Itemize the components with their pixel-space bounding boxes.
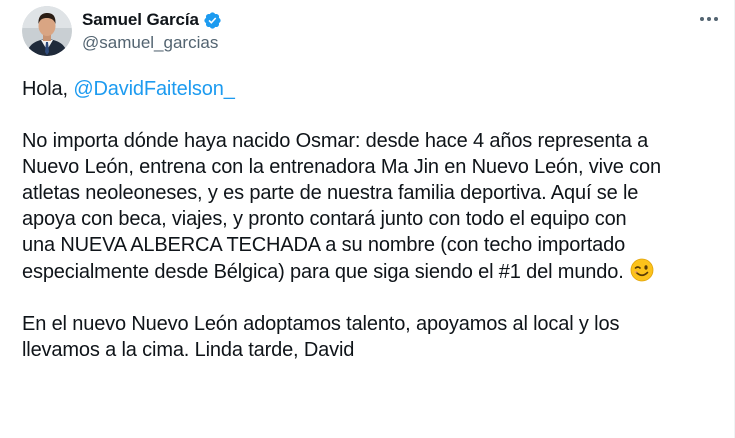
tweet-card: Samuel García @samuel_garcias Hola, @Dav… bbox=[0, 0, 735, 438]
more-options-button[interactable] bbox=[694, 8, 724, 30]
paragraph-2: En el nuevo Nuevo León adoptamos talento… bbox=[22, 311, 722, 363]
author-handle[interactable]: @samuel_garcias bbox=[82, 33, 222, 53]
verified-badge-icon[interactable] bbox=[203, 11, 222, 30]
text-line: atletas neoleoneses, y es parte de nuest… bbox=[22, 182, 639, 204]
display-name[interactable]: Samuel García bbox=[82, 10, 199, 30]
more-horizontal-icon bbox=[700, 17, 718, 21]
paragraph-1: No importa dónde haya nacido Osmar: desd… bbox=[22, 128, 722, 285]
mention-link[interactable]: @DavidFaitelson_ bbox=[73, 78, 234, 100]
text-line: En el nuevo Nuevo León adoptamos talento… bbox=[22, 313, 620, 335]
tweet-header: Samuel García @samuel_garcias bbox=[22, 6, 222, 56]
text-line: una NUEVA ALBERCA TECHADA a su nombre (c… bbox=[22, 234, 626, 256]
tweet-text: Hola, @DavidFaitelson_ No importa dónde … bbox=[22, 76, 722, 363]
winking-face-emoji-icon bbox=[629, 258, 655, 282]
name-row: Samuel García bbox=[82, 9, 222, 31]
text-line: No importa dónde haya nacido Osmar: desd… bbox=[22, 130, 649, 152]
greeting-text: Hola, bbox=[22, 78, 74, 100]
greeting-line: Hola, @DavidFaitelson_ bbox=[22, 76, 722, 102]
text-line: llevamos a la cima. Linda tarde, David bbox=[22, 339, 355, 361]
text-line: Nuevo León, entrena con la entrenadora M… bbox=[22, 156, 661, 178]
text-line: apoya con beca, viajes, y pronto contará… bbox=[22, 208, 627, 230]
avatar[interactable] bbox=[22, 6, 72, 56]
author-names: Samuel García @samuel_garcias bbox=[82, 9, 222, 53]
profile-photo-icon bbox=[22, 6, 72, 56]
text-line: especialmente desde Bélgica) para que si… bbox=[22, 261, 630, 283]
